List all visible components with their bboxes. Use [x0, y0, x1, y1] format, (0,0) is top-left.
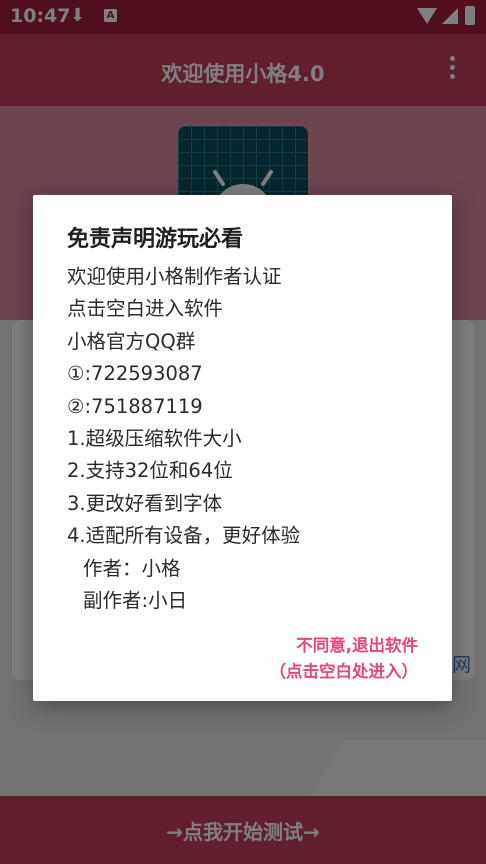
dialog-author: 作者：小格: [83, 556, 181, 580]
dialog-line: 点击空白进入软件: [67, 297, 224, 321]
dialog-line: 4.适配所有设备，更好体验: [67, 524, 301, 548]
dialog-actions: 不同意,退出软件 （点击空白处进入）: [270, 633, 419, 685]
dialog-line: 2.支持32位和64位: [67, 459, 233, 483]
dialog-line: ②:751887119: [67, 394, 203, 418]
dialog-line: 欢迎使用小格制作者认证: [67, 265, 282, 288]
dialog-title: 免责声明游玩必看: [67, 227, 244, 252]
dialog-message: 欢迎使用小格制作者认证 点击空白进入软件 小格官方QQ群 ①:722593087…: [67, 261, 437, 617]
dialog-coauthor: 副作者:小日: [83, 588, 188, 612]
dialog-line: 3.更改好看到字体: [67, 491, 223, 515]
dialog-line: 1.超级压缩软件大小: [67, 426, 242, 450]
disclaimer-dialog: 免责声明游玩必看 欢迎使用小格制作者认证 点击空白进入软件 小格官方QQ群 ①:…: [33, 195, 452, 701]
dialog-line: 小格官方QQ群: [67, 329, 196, 353]
dialog-line: ①:722593087: [67, 362, 203, 386]
disagree-exit-button[interactable]: 不同意,退出软件: [270, 633, 418, 659]
tap-blank-to-enter-hint[interactable]: （点击空白处进入）: [270, 659, 419, 685]
